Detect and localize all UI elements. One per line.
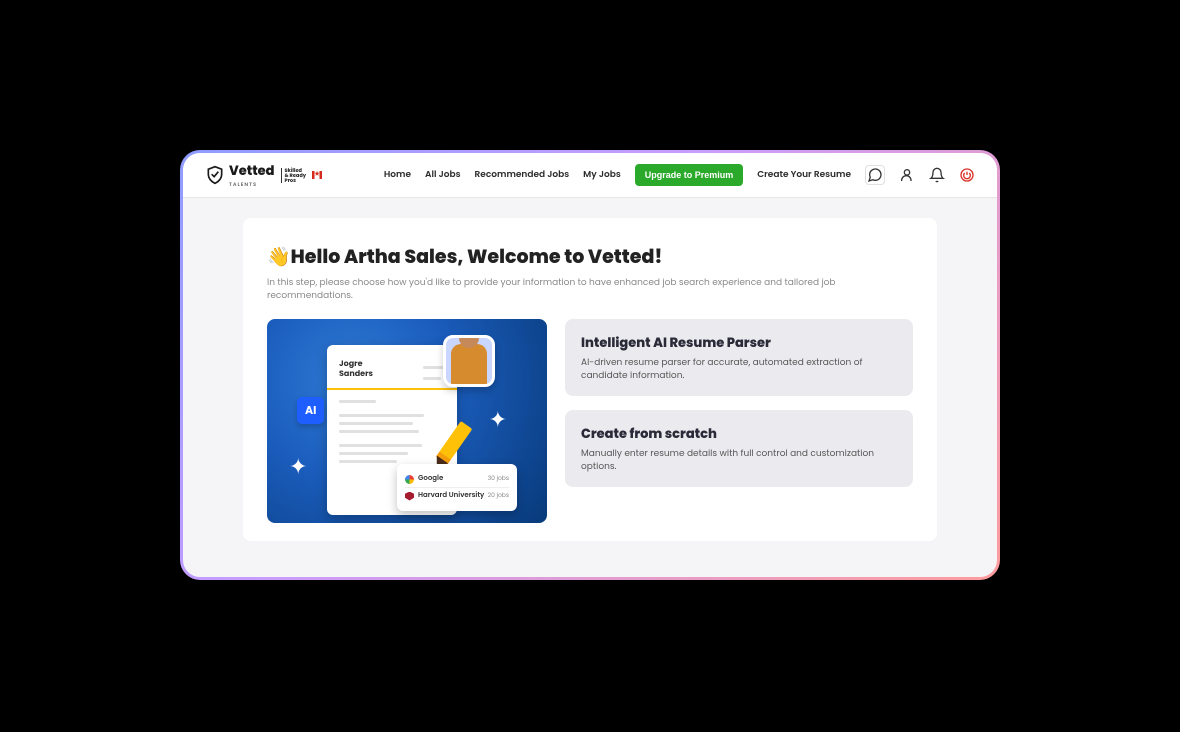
header: Vetted TALENTS Skilled& ReadyPros Home A… <box>183 153 997 198</box>
option-desc: Manually enter resume details with full … <box>581 448 897 473</box>
page-body: 👋Hello Artha Sales, Welcome to Vetted! I… <box>183 198 997 577</box>
upgrade-premium-button[interactable]: Upgrade to Premium <box>635 164 744 186</box>
resume-illustration: Jogre Sanders <box>267 319 547 523</box>
bell-icon[interactable] <box>929 167 945 183</box>
illus-companies-card: Google30 jobs Harvard University20 jobs <box>397 464 517 511</box>
brand-sub: TALENTS <box>229 181 275 189</box>
brand-logo[interactable]: Vetted TALENTS Skilled& ReadyPros <box>205 161 322 189</box>
nav-recommended-jobs[interactable]: Recommended Jobs <box>475 169 570 182</box>
chat-icon[interactable] <box>865 165 885 185</box>
ai-badge: AI <box>297 397 324 424</box>
nav-home[interactable]: Home <box>384 169 411 182</box>
option-ai-parser[interactable]: Intelligent AI Resume Parser AI-driven r… <box>565 319 913 396</box>
main-nav: Home All Jobs Recommended Jobs My Jobs U… <box>384 164 975 186</box>
user-icon[interactable] <box>899 167 915 183</box>
power-icon[interactable] <box>959 167 975 183</box>
option-title: Intelligent AI Resume Parser <box>581 333 897 353</box>
gradient-frame: Vetted TALENTS Skilled& ReadyPros Home A… <box>180 150 1000 580</box>
option-scratch[interactable]: Create from scratch Manually enter resum… <box>565 410 913 487</box>
google-icon <box>405 475 414 484</box>
sparkle-icon: ✦ <box>289 450 307 483</box>
logo-shield-icon <box>205 165 225 185</box>
brand-tagline: Skilled& ReadyPros <box>281 168 307 183</box>
nav-create-resume[interactable]: Create Your Resume <box>757 169 851 182</box>
brand-name: Vetted <box>229 161 275 181</box>
wave-icon: 👋 <box>267 243 291 270</box>
harvard-icon <box>405 492 414 501</box>
option-title: Create from scratch <box>581 424 897 444</box>
option-desc: AI-driven resume parser for accurate, au… <box>581 357 897 382</box>
sparkle-icon: ✦ <box>489 403 507 436</box>
nav-all-jobs[interactable]: All Jobs <box>425 169 460 182</box>
canada-flag-icon <box>312 171 322 179</box>
welcome-card: 👋Hello Artha Sales, Welcome to Vetted! I… <box>243 218 937 541</box>
illus-avatar <box>443 335 495 387</box>
nav-my-jobs[interactable]: My Jobs <box>583 169 621 182</box>
app-window: Vetted TALENTS Skilled& ReadyPros Home A… <box>183 153 997 577</box>
options-column: Intelligent AI Resume Parser AI-driven r… <box>565 319 913 523</box>
welcome-subtitle: In this step, please choose how you'd li… <box>267 277 913 303</box>
welcome-title: 👋Hello Artha Sales, Welcome to Vetted! <box>267 242 913 271</box>
